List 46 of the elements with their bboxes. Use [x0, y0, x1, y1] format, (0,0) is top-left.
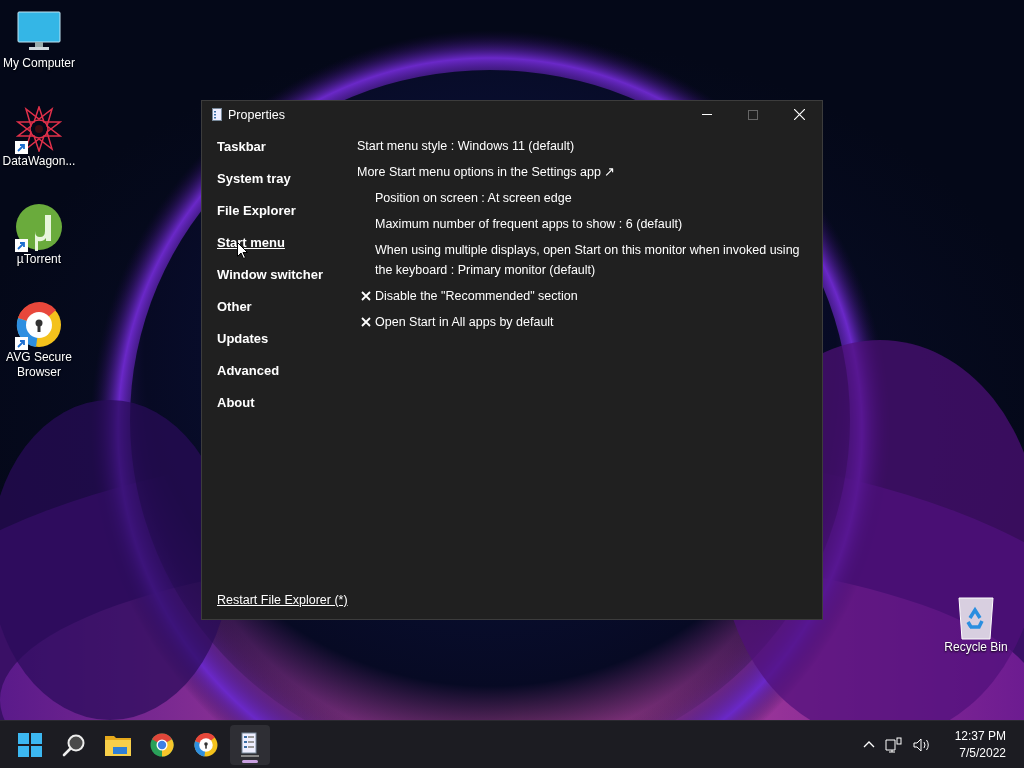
sidebar-item[interactable]: Taskbar — [217, 131, 266, 163]
icon-label: AVG Secure Browser — [5, 350, 73, 380]
icon-label: µTorrent — [15, 252, 63, 267]
sidebar-item[interactable]: File Explorer — [217, 195, 296, 227]
active-indicator — [242, 759, 258, 763]
setting-text: Start menu style : Windows 11 (default) — [357, 138, 575, 155]
browser-logo-icon — [16, 302, 62, 348]
windows-logo-icon[interactable] — [18, 732, 42, 757]
clock-date[interactable]: 7/5/2022 — [959, 744, 1006, 762]
sidebar-item[interactable]: About — [217, 387, 255, 419]
network-icon[interactable] — [884, 736, 903, 753]
torrent-logo-icon — [15, 203, 63, 251]
star-logo-icon — [16, 106, 62, 152]
close-icon — [793, 109, 805, 120]
restart-explorer-link[interactable]: Restart File Explorer (*) — [217, 593, 348, 607]
speaker-icon[interactable] — [912, 737, 931, 752]
settings-link[interactable]: More Start menu options in the Settings app ↗ — [357, 162, 616, 182]
setting-label[interactable]: Disable the "Recommended" section — [375, 286, 578, 306]
sidebar-item[interactable]: Window switcher — [217, 259, 324, 291]
search-icon[interactable] — [62, 732, 86, 757]
chevron-up-icon[interactable] — [862, 741, 875, 748]
clock-time[interactable]: 12:37 PM — [954, 727, 1006, 745]
settings-list-icon[interactable] — [241, 731, 259, 758]
app-icon — [212, 107, 222, 122]
monitor-icon — [17, 11, 61, 51]
setting-text[interactable]: Position on screen : At screen edge — [375, 188, 572, 208]
recycle-bin-icon — [958, 596, 994, 640]
taskbar-button[interactable] — [230, 724, 270, 765]
sidebar-item[interactable]: Updates — [217, 323, 269, 355]
setting-text[interactable]: When using multiple displays, open Start on this monitor when invoked using the keyboard : Primary monitor (default) — [375, 240, 802, 280]
checked-cross-icon[interactable] — [361, 291, 371, 301]
window-title: Properties — [228, 107, 286, 122]
sidebar-item[interactable]: Advanced — [217, 355, 280, 387]
folder-icon[interactable] — [105, 733, 131, 756]
sidebar-item[interactable]: System tray — [217, 163, 291, 195]
browser-logo-icon[interactable] — [194, 732, 218, 757]
maximize-icon — [748, 109, 758, 120]
icon-label: My Computer — [2, 56, 76, 71]
setting-label[interactable]: Open Start in All apps by default — [375, 312, 554, 332]
sidebar-item[interactable]: Other — [217, 291, 252, 323]
checked-cross-icon[interactable] — [361, 317, 371, 327]
chrome-icon[interactable] — [150, 732, 174, 757]
icon-label: Recycle Bin — [943, 640, 1009, 655]
minimize-icon — [702, 114, 712, 115]
setting-text[interactable]: Maximum number of frequent apps to show : 6 (default) — [375, 214, 683, 234]
icon-label: DataWagon... — [1, 154, 77, 169]
